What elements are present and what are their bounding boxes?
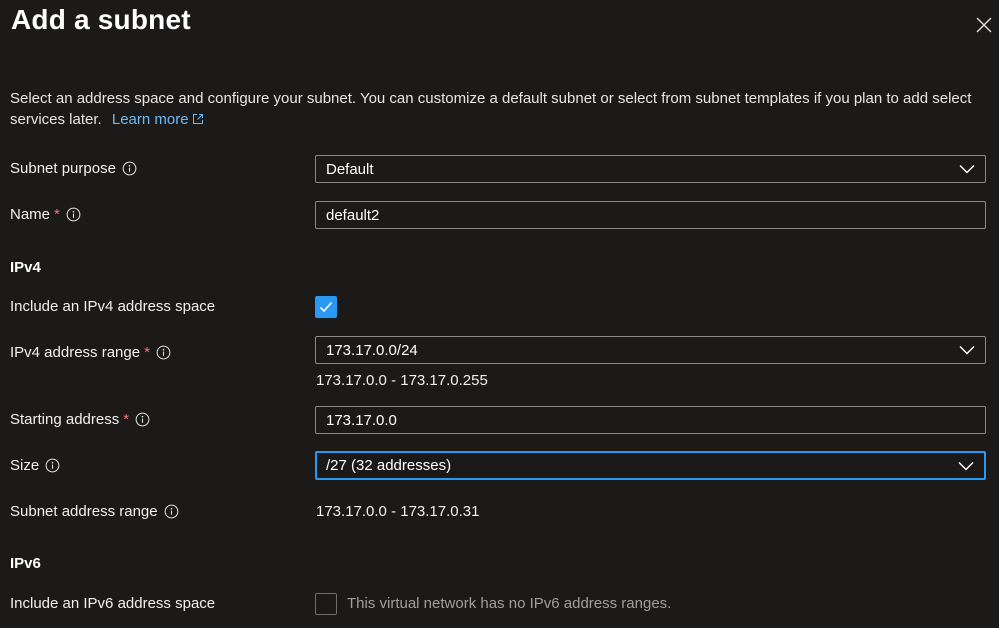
- name-label-text: Name: [10, 206, 51, 223]
- ipv4-range-label: IPv4 address range *: [10, 344, 171, 361]
- ipv4-section-heading: IPv4: [10, 259, 41, 276]
- ipv4-range-dropdown[interactable]: 173.17.0.0/24: [315, 336, 986, 364]
- size-label: Size: [10, 457, 60, 474]
- subnet-range-value: 173.17.0.0 - 173.17.0.31: [316, 503, 480, 520]
- info-icon[interactable]: [164, 504, 179, 519]
- include-ipv6-label: Include an IPv6 address space: [10, 595, 215, 612]
- subnet-purpose-label-text: Subnet purpose: [10, 160, 116, 177]
- close-icon: [976, 17, 992, 33]
- chevron-down-icon: [959, 346, 975, 355]
- subnet-range-label: Subnet address range: [10, 503, 179, 520]
- info-icon[interactable]: [135, 412, 150, 427]
- chevron-down-icon: [958, 461, 974, 470]
- ipv4-range-value: 173.17.0.0/24: [326, 341, 418, 359]
- include-ipv4-label: Include an IPv4 address space: [10, 298, 215, 315]
- checkmark-icon: [319, 301, 333, 313]
- required-marker: *: [123, 411, 130, 428]
- starting-address-label-text: Starting address: [10, 411, 120, 428]
- include-ipv4-label-text: Include an IPv4 address space: [10, 298, 216, 315]
- info-icon[interactable]: [156, 345, 171, 360]
- chevron-down-icon: [959, 165, 975, 174]
- include-ipv6-checkbox: [315, 593, 337, 615]
- learn-more-label: Learn more: [111, 111, 189, 128]
- external-link-icon: [192, 114, 203, 124]
- size-value: /27 (32 addresses): [326, 457, 452, 474]
- info-icon[interactable]: [122, 161, 137, 176]
- learn-more-link[interactable]: Learn more: [112, 111, 204, 128]
- info-icon[interactable]: [66, 207, 81, 222]
- panel-description: Select an address space and configure yo…: [10, 88, 985, 130]
- size-label-text: Size: [10, 457, 40, 474]
- required-marker: *: [144, 344, 150, 361]
- include-ipv4-checkbox[interactable]: [315, 296, 337, 318]
- starting-address-label: Starting address *: [10, 411, 150, 428]
- ipv4-range-label-text: IPv4 address range: [10, 344, 141, 361]
- subnet-purpose-value: Default: [326, 160, 374, 178]
- subnet-range-label-text: Subnet address range: [10, 503, 158, 520]
- size-dropdown[interactable]: /27 (32 addresses): [315, 451, 986, 480]
- subnet-purpose-dropdown[interactable]: Default: [315, 155, 986, 183]
- name-input[interactable]: [315, 201, 986, 229]
- subnet-purpose-label: Subnet purpose: [10, 160, 137, 177]
- panel-title: Add a subnet: [11, 4, 191, 35]
- ipv4-range-hint: 173.17.0.0 - 173.17.0.255: [316, 372, 488, 389]
- starting-address-input[interactable]: [315, 406, 986, 434]
- ipv6-unavailable-note: This virtual network has no IPv6 address…: [347, 595, 672, 612]
- info-icon[interactable]: [45, 458, 60, 473]
- close-button[interactable]: [974, 15, 994, 35]
- include-ipv6-label-text: Include an IPv6 address space: [10, 595, 216, 612]
- required-marker: *: [54, 206, 60, 223]
- ipv6-section-heading: IPv6: [10, 555, 41, 572]
- name-label: Name *: [10, 206, 81, 223]
